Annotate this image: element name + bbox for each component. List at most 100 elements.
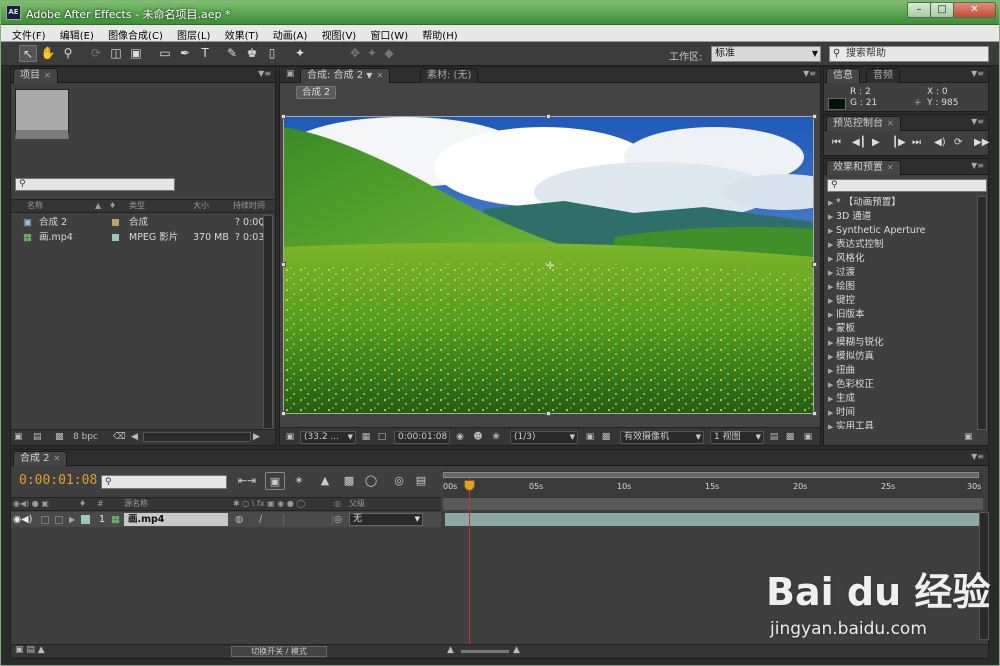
effect-category[interactable]: ▶ 扭曲 xyxy=(824,364,974,378)
zoom-out-icon[interactable]: ▲ xyxy=(447,645,454,655)
hand-tool-icon[interactable]: ✋ xyxy=(39,45,57,62)
transform-handle[interactable] xyxy=(812,411,817,416)
brush-tool-icon[interactable]: ✎ xyxy=(223,45,241,62)
close-icon[interactable]: ✕ xyxy=(887,119,894,128)
close-icon[interactable]: ✕ xyxy=(376,71,383,80)
transform-handle[interactable] xyxy=(546,411,551,416)
transparency-grid-icon[interactable]: ▩ xyxy=(600,431,612,443)
lock-icon[interactable]: ▣ xyxy=(286,69,295,79)
view-layout-select[interactable]: 1 视图 ▼ xyxy=(710,431,764,444)
preview-options-icon[interactable]: ▣ xyxy=(284,431,296,443)
scroll-right-icon[interactable]: ▶ xyxy=(253,430,260,445)
new-folder-icon[interactable]: ▤ xyxy=(33,430,42,445)
chevron-down-icon[interactable]: ▼ xyxy=(366,71,372,80)
snapshot-icon[interactable]: ◉ xyxy=(454,431,466,443)
tab-preview[interactable]: 预览控制台 ✕ xyxy=(826,116,901,131)
fast-previews-icon[interactable]: ▣ xyxy=(584,431,596,443)
panel-menu-icon[interactable]: ▼≡ xyxy=(971,117,984,126)
transform-handle[interactable] xyxy=(281,411,286,416)
expand-icon[interactable]: ▶ xyxy=(828,280,833,294)
maximize-button[interactable]: □ xyxy=(930,2,954,18)
motion-blur-icon[interactable]: ◯ xyxy=(361,472,381,490)
pen-tool-icon[interactable]: ✒ xyxy=(176,45,194,62)
eraser-tool-icon[interactable]: ▯ xyxy=(263,45,281,62)
search-help-input[interactable]: ⚲ 搜索帮助 xyxy=(829,46,989,62)
clone-stamp-tool-icon[interactable]: ♚ xyxy=(243,45,261,62)
label-color-swatch[interactable] xyxy=(81,515,90,524)
camera-select[interactable]: 有效摄像机 ▼ xyxy=(620,431,704,444)
layer-name[interactable]: 画.mp4 xyxy=(124,513,228,526)
transform-handle[interactable] xyxy=(546,114,551,119)
zoom-tool-icon[interactable]: ⚲ xyxy=(59,45,77,62)
expand-icon[interactable]: ▶ xyxy=(828,266,833,280)
tab-audio[interactable]: 音频 xyxy=(866,68,900,83)
close-button[interactable]: ✕ xyxy=(953,2,996,18)
expand-icon[interactable]: ▶ xyxy=(828,350,833,364)
draft-3d-icon[interactable]: ✶ xyxy=(289,472,309,490)
col-name[interactable]: 名称 xyxy=(27,200,43,212)
previous-frame-icon[interactable]: ◀┃ xyxy=(852,137,866,148)
selection-tool-icon[interactable]: ↖ xyxy=(19,45,37,62)
timeline-layer-row[interactable]: ◉◀) ▶ 1 ▦ 画.mp4 ◍ ∕ ◎ 无 ▼ xyxy=(11,512,441,527)
tab-footage[interactable]: 素材: (无) xyxy=(420,68,479,83)
play-icon[interactable]: ▶ xyxy=(872,137,880,148)
expand-icon[interactable]: ▶ xyxy=(828,364,833,378)
brainstorm-icon[interactable]: ◎ xyxy=(389,472,409,490)
menu-edit[interactable]: 编辑(E) xyxy=(60,25,94,42)
col-size[interactable]: 大小 xyxy=(193,200,209,212)
graph-editor-icon[interactable]: ▤ xyxy=(411,472,431,490)
menu-composition[interactable]: 图像合成(C) xyxy=(108,25,163,42)
panel-menu-icon[interactable]: ▼≡ xyxy=(971,161,984,170)
project-row-comp[interactable]: ▣ 合成 2 合成 ? 0:00 ▲ xyxy=(11,215,275,230)
expand-icon[interactable]: ▶ xyxy=(828,336,833,350)
layer-visibility-icon[interactable]: ◉◀) xyxy=(13,512,32,527)
expand-icon[interactable]: ▶ xyxy=(828,224,833,238)
expand-icon[interactable]: ▶ xyxy=(828,196,833,210)
project-search-input[interactable]: ⚲ xyxy=(15,178,175,191)
current-time-indicator[interactable] xyxy=(469,478,470,648)
text-tool-icon[interactable]: T xyxy=(196,45,214,62)
effect-category[interactable]: ▶ 实用工具 xyxy=(824,420,974,429)
trash-icon[interactable]: ⌫ xyxy=(113,430,126,445)
time-navigator[interactable] xyxy=(443,472,979,478)
effects-search-input[interactable]: ⚲ xyxy=(827,179,987,192)
fast-preview-icon[interactable]: ▩ xyxy=(784,431,796,443)
region-of-interest-icon[interactable]: □ xyxy=(376,431,388,443)
timeline-footer-icons[interactable]: ▣ ▤ ▲ xyxy=(15,645,45,655)
audio-icon[interactable]: ◀) xyxy=(934,137,946,148)
effect-category[interactable]: ▶ 模拟仿真 xyxy=(824,350,974,364)
tab-timeline[interactable]: 合成 2 ✕ xyxy=(13,451,68,466)
visibility-icon[interactable]: ◉◀) ● ▣ xyxy=(13,498,49,510)
close-icon[interactable]: ✕ xyxy=(887,163,894,172)
tab-effects[interactable]: 效果和预置 ✕ xyxy=(826,160,901,175)
solo-toggle[interactable] xyxy=(41,516,49,524)
tab-info[interactable]: 信息 xyxy=(826,68,860,83)
effect-category[interactable]: ▶ 风格化 xyxy=(824,252,974,266)
panel-menu-icon[interactable]: ▼≡ xyxy=(803,69,816,78)
pick-whip-icon[interactable]: ◎ xyxy=(334,512,342,527)
close-icon[interactable]: ✕ xyxy=(44,71,51,80)
expand-icon[interactable]: ▶ xyxy=(828,378,833,392)
effect-category[interactable]: ▶ 键控 xyxy=(824,294,974,308)
toggle-pixel-aspect-icon[interactable]: ▤ xyxy=(768,431,780,443)
live-update-icon[interactable]: ▣ xyxy=(265,472,285,490)
view-axis-icon[interactable]: ◆ xyxy=(380,45,398,62)
resolution-select[interactable]: (1/3) ▼ xyxy=(510,431,578,444)
transform-handle[interactable] xyxy=(812,114,817,119)
new-comp-icon[interactable]: ▩ xyxy=(55,430,64,445)
world-axis-icon[interactable]: ✦ xyxy=(363,45,381,62)
interpret-footage-icon[interactable]: ▣ xyxy=(14,430,23,445)
next-frame-icon[interactable]: ┃▶ xyxy=(892,137,906,148)
puppet-pin-tool-icon[interactable]: ✦ xyxy=(291,45,309,62)
layer-duration-bar[interactable] xyxy=(445,513,981,526)
project-horizontal-scrollbar[interactable] xyxy=(143,432,251,442)
expand-icon[interactable]: ▶ xyxy=(828,308,833,322)
loop-icon[interactable]: ⟳ xyxy=(954,137,962,148)
hide-shy-layers-icon[interactable]: ▲ xyxy=(315,472,335,490)
expand-icon[interactable]: ▶ xyxy=(828,210,833,224)
effect-category[interactable]: ▶ 过渡 xyxy=(824,266,974,280)
expand-icon[interactable]: ▶ xyxy=(828,406,833,420)
rotate-tool-icon[interactable]: ⟳ xyxy=(87,45,105,62)
lock-toggle[interactable] xyxy=(55,516,63,524)
expand-icon[interactable]: ▶ xyxy=(828,294,833,308)
